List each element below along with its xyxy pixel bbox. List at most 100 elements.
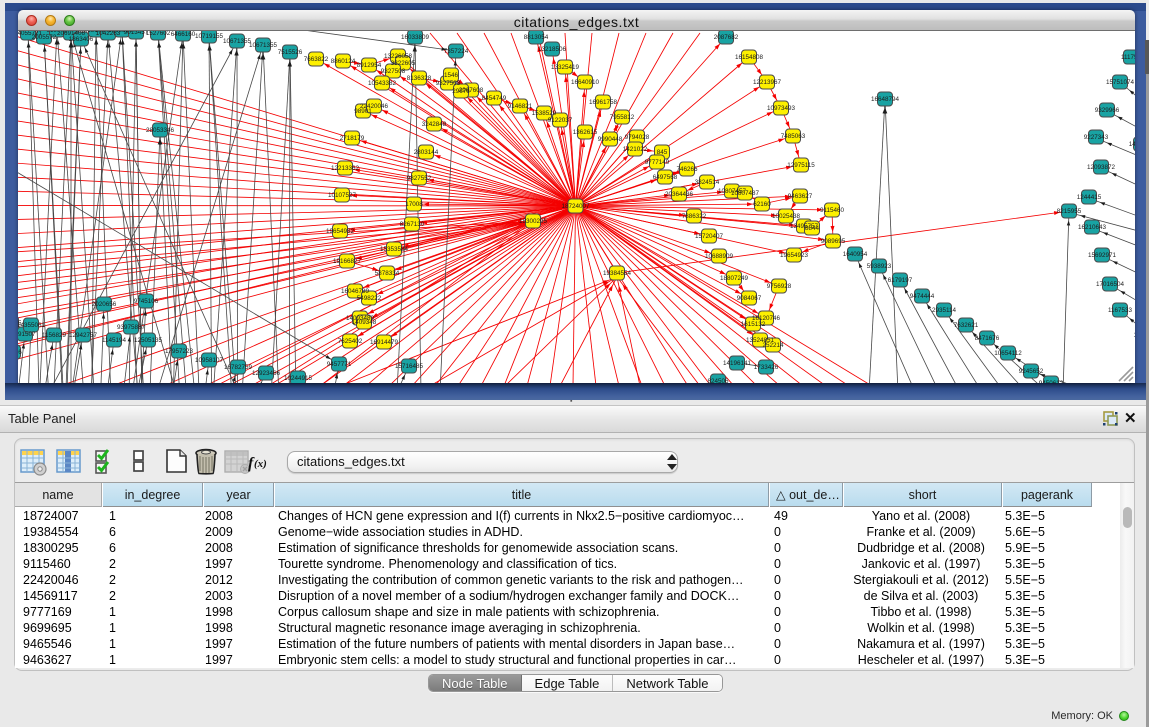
svg-text:13325419: 13325419 (551, 64, 580, 71)
svg-text:10107527: 10107527 (328, 192, 357, 199)
svg-text:12505135: 12505135 (134, 337, 163, 344)
svg-text:15716485: 15716485 (395, 363, 424, 370)
svg-text:3322605: 3322605 (391, 60, 416, 67)
svg-text:10671355: 10671355 (223, 38, 252, 45)
svg-text:(x): (x) (254, 458, 267, 470)
svg-text:16640910: 16640910 (571, 79, 600, 86)
svg-text:22420046: 22420046 (360, 103, 389, 110)
svg-text:16648794: 16648794 (871, 96, 900, 103)
svg-text:111754: 111754 (1121, 54, 1135, 61)
svg-text:120403: 120403 (1133, 332, 1135, 339)
svg-text:252214: 252214 (762, 342, 784, 349)
svg-text:9115460: 9115460 (820, 207, 845, 214)
svg-text:15353584: 15353584 (380, 246, 409, 253)
svg-text:1733426: 1733426 (754, 364, 779, 371)
svg-text:8912954: 8912954 (357, 62, 382, 69)
svg-text:9327508: 9327508 (381, 68, 406, 75)
svg-text:19654932: 19654932 (326, 228, 355, 235)
svg-text:1167533: 1167533 (1108, 307, 1133, 314)
svg-text:9329966: 9329966 (1095, 107, 1120, 114)
svg-text:5878334: 5878334 (375, 270, 400, 277)
svg-text:16210643: 16210643 (1078, 224, 1107, 231)
svg-text:3242848: 3242848 (422, 121, 447, 128)
svg-text:391507: 391507 (18, 331, 36, 338)
svg-text:17008: 17008 (405, 201, 423, 208)
svg-text:1546: 1546 (444, 72, 459, 79)
svg-text:1421022: 1421022 (623, 146, 648, 153)
svg-text:9457771: 9457771 (327, 361, 352, 368)
svg-text:18807249: 18807249 (720, 275, 749, 282)
svg-text:10973493: 10973493 (767, 105, 796, 112)
svg-text:7955812: 7955812 (610, 114, 635, 121)
svg-text:8215955: 8215955 (1057, 208, 1082, 215)
svg-text:746266: 746266 (676, 166, 698, 173)
svg-text:2803144: 2803144 (414, 149, 439, 156)
svg-text:10719155: 10719155 (195, 33, 224, 40)
svg-text:9794028: 9794028 (625, 134, 650, 141)
svg-text:2718179: 2718179 (340, 135, 365, 142)
svg-text:9327508: 9327508 (436, 80, 461, 87)
svg-text:8136328: 8136328 (407, 75, 432, 82)
svg-text:2020656: 2020656 (92, 301, 117, 308)
svg-text:1145194: 1145194 (102, 337, 127, 344)
svg-text:10543382: 10543382 (368, 80, 397, 87)
svg-text:16961758: 16961758 (589, 99, 618, 106)
svg-text:1432512: 1432512 (1129, 141, 1135, 148)
svg-text:1538520: 1538520 (532, 110, 557, 117)
svg-text:9089695: 9089695 (821, 238, 846, 245)
svg-text:1615132: 1615132 (741, 321, 766, 328)
svg-text:62160: 62160 (753, 201, 771, 208)
svg-text:9474444: 9474444 (910, 293, 935, 300)
svg-text:16782759: 16782759 (224, 364, 253, 371)
svg-text:1527602: 1527602 (146, 31, 171, 37)
svg-text:9827552: 9827552 (407, 175, 432, 182)
svg-text:16033809: 16033809 (401, 34, 430, 41)
svg-text:7886322: 7886322 (682, 213, 707, 220)
svg-text:12213967: 12213967 (753, 79, 782, 86)
svg-text:12975115: 12975115 (787, 162, 815, 169)
svg-text:7632621: 7632621 (954, 322, 979, 329)
svg-text:6179197: 6179197 (888, 277, 913, 284)
svg-text:7515526: 7515526 (278, 49, 303, 56)
svg-text:1244415: 1244415 (1077, 194, 1102, 201)
svg-text:5938923: 5938923 (867, 263, 892, 270)
svg-text:2087682: 2087682 (714, 34, 739, 41)
svg-text:1362615: 1362615 (573, 129, 598, 136)
svg-text:12923466: 12923466 (252, 370, 281, 377)
svg-text:9990448: 9990448 (598, 136, 623, 143)
svg-text:9245652: 9245652 (1019, 368, 1044, 375)
svg-text:14355061: 14355061 (18, 322, 45, 329)
svg-text:8454749: 8454749 (482, 95, 507, 102)
svg-text:10654112: 10654112 (994, 350, 1022, 357)
svg-text:9756928: 9756928 (767, 283, 792, 290)
svg-text:12093872: 12093872 (1087, 164, 1116, 171)
svg-text:28053346: 28053346 (146, 127, 175, 134)
svg-text:12942757: 12942757 (69, 332, 98, 339)
svg-text:14196141: 14196141 (723, 360, 752, 367)
svg-text:6466160: 6466160 (171, 31, 196, 38)
svg-text:9463627: 9463627 (788, 193, 813, 200)
svg-text:9745106: 9745106 (134, 298, 159, 305)
svg-text:19654923: 19654923 (780, 252, 809, 259)
svg-text:93975887: 93975887 (117, 324, 146, 331)
svg-text:7625402: 7625402 (338, 338, 363, 345)
svg-text:8471676: 8471676 (975, 335, 1000, 342)
svg-text:845: 845 (657, 149, 668, 156)
svg-text:17016504: 17016504 (1096, 281, 1125, 288)
svg-text:10807487: 10807487 (731, 190, 760, 197)
svg-text:9777149: 9777149 (645, 159, 670, 166)
svg-text:9084067: 9084067 (737, 295, 762, 302)
svg-text:824506: 824506 (707, 378, 729, 383)
svg-text:9227343: 9227343 (1084, 134, 1109, 141)
svg-text:2935114: 2935114 (932, 307, 957, 314)
svg-text:9146821: 9146821 (508, 103, 533, 110)
svg-text:1156829: 1156829 (42, 332, 67, 339)
svg-text:13218506: 13218506 (538, 46, 567, 53)
svg-text:16914479: 16914479 (370, 339, 399, 346)
svg-text:1409348: 1409348 (352, 319, 377, 326)
svg-text:7357224: 7357224 (444, 48, 469, 55)
svg-text:19384554: 19384554 (603, 270, 632, 277)
svg-text:17957223: 17957223 (165, 348, 194, 355)
svg-text:10958107: 10958107 (195, 357, 224, 364)
svg-text:9122037: 9122037 (548, 117, 573, 124)
